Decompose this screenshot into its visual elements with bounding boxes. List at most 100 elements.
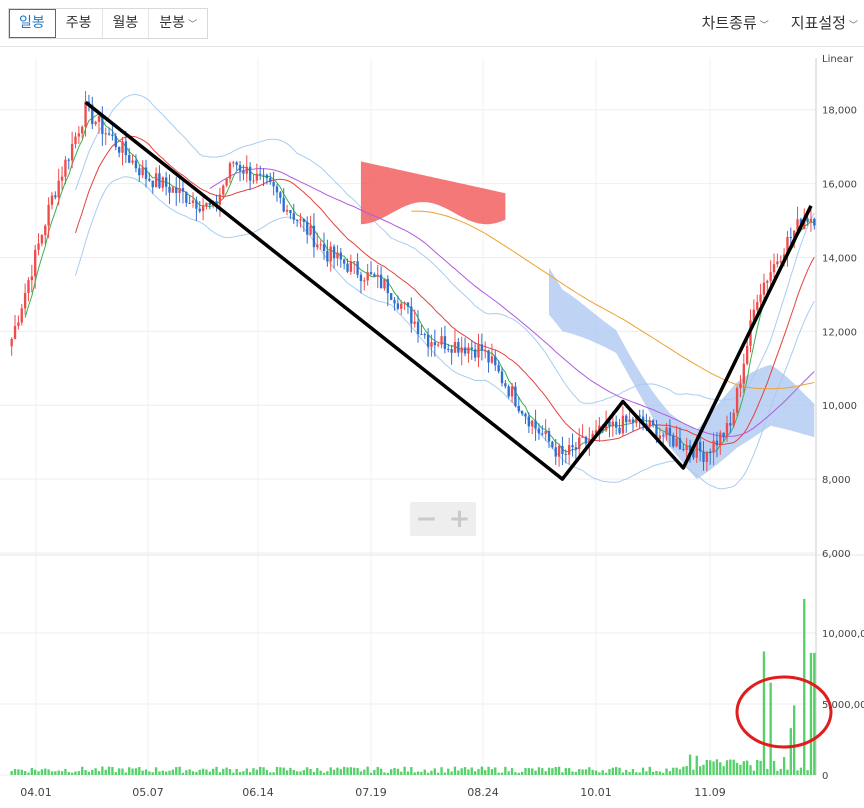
candle-body xyxy=(346,263,349,272)
volume-bar xyxy=(376,766,379,775)
volume-bar xyxy=(104,769,107,775)
candle-body xyxy=(772,264,776,273)
zoom-out-button[interactable]: − xyxy=(414,506,440,532)
price-tick-label: 12,000 xyxy=(822,327,857,338)
volume-bar xyxy=(547,767,551,775)
volume-bar xyxy=(373,769,376,775)
volume-bar xyxy=(705,759,709,775)
candle-body xyxy=(353,261,356,263)
candle-body xyxy=(269,178,272,182)
tab-minute[interactable]: 분봉 ﹀ xyxy=(149,9,207,38)
candle-body xyxy=(191,200,195,203)
volume-bar xyxy=(799,767,803,775)
candle-body xyxy=(430,342,433,347)
volume-bar xyxy=(228,769,232,775)
volume-bar xyxy=(500,772,504,775)
candle-body xyxy=(366,272,369,281)
volume-bar xyxy=(517,772,520,775)
volume-bar xyxy=(655,770,658,775)
volume-bar xyxy=(564,768,567,775)
candle-body xyxy=(517,406,520,412)
indicator-settings-label: 지표설정 xyxy=(790,14,846,32)
volume-bar xyxy=(242,771,245,775)
volume-bar xyxy=(662,772,665,775)
candle-body xyxy=(70,144,74,161)
volume-bar xyxy=(124,772,128,775)
candle-body xyxy=(17,322,20,326)
candle-body xyxy=(611,421,614,427)
volume-bar xyxy=(480,766,484,775)
candle-body xyxy=(534,420,537,429)
volume-bar xyxy=(618,767,621,775)
volume-bar xyxy=(339,769,342,775)
volume-bar xyxy=(269,772,272,775)
tab-weekly[interactable]: 주봉 xyxy=(56,9,103,38)
price-tick-label: 6,000 xyxy=(822,549,851,560)
volume-bar xyxy=(430,770,433,775)
volume-bar xyxy=(534,770,537,775)
candle-body xyxy=(97,116,101,122)
volume-bar xyxy=(195,771,198,775)
volume-bar xyxy=(467,769,470,775)
volume-bar xyxy=(97,771,101,775)
volume-bar xyxy=(745,760,749,775)
volume-bar xyxy=(50,771,54,775)
candle-body xyxy=(520,411,524,414)
volume-bar xyxy=(581,769,584,775)
candle-body xyxy=(578,437,581,450)
candle-body xyxy=(279,192,282,198)
volume-bar xyxy=(756,759,759,775)
volume-bar xyxy=(121,768,124,775)
volume-bar xyxy=(752,770,756,775)
volume-bar xyxy=(672,767,675,775)
volume-bar xyxy=(154,767,158,775)
volume-bar xyxy=(638,772,641,775)
candle-body xyxy=(813,218,816,226)
volume-tick-label: 0 xyxy=(822,771,828,782)
chevron-down-icon: ﹀ xyxy=(848,21,858,31)
volume-bar xyxy=(84,770,87,775)
stock-chart[interactable]: Linear 18,000 16,000 14,000 12,000 10,000 8,00… xyxy=(0,47,864,808)
candle-body xyxy=(668,427,672,436)
volume-bar xyxy=(178,766,181,775)
candle-body xyxy=(420,334,423,336)
candle-body xyxy=(678,438,682,450)
volume-bar xyxy=(23,771,27,775)
volume-bar xyxy=(302,770,306,775)
candle-body xyxy=(359,274,363,282)
candle-body xyxy=(275,186,279,193)
volume-bar xyxy=(128,767,131,775)
candle-body xyxy=(238,165,242,171)
volume-bar xyxy=(792,705,796,775)
volume-bar xyxy=(265,770,269,775)
tab-daily[interactable]: 일봉 xyxy=(9,9,56,38)
candle-body xyxy=(47,204,50,226)
ma5-line xyxy=(24,112,815,454)
candle-body xyxy=(739,383,742,389)
candle-body xyxy=(349,261,353,272)
volume-bar xyxy=(698,766,702,775)
tab-monthly[interactable]: 월봉 xyxy=(103,9,150,38)
volume-bar xyxy=(719,762,722,775)
volume-bar xyxy=(393,767,396,775)
volume-bar xyxy=(463,767,467,775)
candle-body xyxy=(64,159,67,177)
indicator-settings-menu[interactable]: 지표설정 ﹀ xyxy=(791,12,858,33)
price-tick-label: 16,000 xyxy=(822,180,857,191)
date-tick-label: 05.07 xyxy=(132,786,164,799)
chart-type-menu[interactable]: 차트종류 ﹀ xyxy=(702,12,769,33)
candle-body xyxy=(44,225,47,236)
candle-body xyxy=(60,176,64,181)
volume-bar xyxy=(584,769,588,775)
volume-bar xyxy=(420,771,423,775)
volume-bar xyxy=(252,768,255,775)
volume-bar xyxy=(591,769,594,775)
volume-bar xyxy=(225,767,228,775)
volume-bar xyxy=(601,770,604,775)
candle-body xyxy=(255,173,259,181)
zoom-in-button[interactable]: + xyxy=(447,506,473,532)
date-tick-label: 07.19 xyxy=(355,786,387,799)
volume-bar xyxy=(10,771,13,775)
candle-body xyxy=(20,308,23,323)
volume-bar xyxy=(306,767,309,775)
